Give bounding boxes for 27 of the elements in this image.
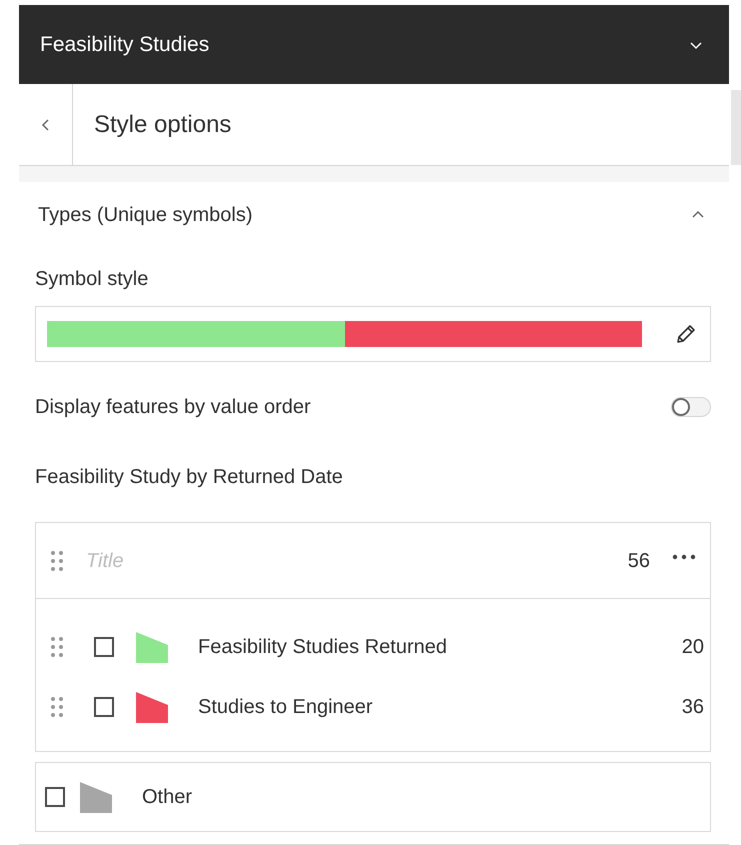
symbol-style-selector[interactable] <box>35 306 711 362</box>
item-count: 36 <box>682 695 704 720</box>
header-title: Feasibility Studies <box>40 32 210 58</box>
more-options-icon[interactable] <box>672 554 696 560</box>
drag-handle-icon[interactable] <box>50 696 64 718</box>
item-label: Feasibility Studies Returned <box>198 635 448 660</box>
checkbox[interactable] <box>94 697 114 717</box>
field-label: Symbol style <box>35 267 150 292</box>
item-label: Other <box>142 785 192 810</box>
drag-handle-icon[interactable] <box>50 550 64 572</box>
legend-item[interactable]: Feasibility Studies Returned 20 <box>36 617 710 677</box>
legend-item[interactable]: Other <box>35 762 711 832</box>
toggle-label: Display features by value order <box>35 395 311 420</box>
section-title: Types (Unique symbols) <box>38 203 253 228</box>
drag-handle-icon[interactable] <box>50 636 64 658</box>
section-header[interactable]: Types (Unique symbols) <box>19 182 729 240</box>
checkbox[interactable] <box>45 787 65 807</box>
item-count: 20 <box>682 635 704 660</box>
scrollbar[interactable] <box>731 90 741 165</box>
panel-title: Style options <box>94 110 232 140</box>
legend-item[interactable]: Studies to Engineer 36 <box>36 677 710 737</box>
toggle-switch[interactable] <box>671 397 711 417</box>
field-label: Feasibility Study by Returned Date <box>35 465 344 490</box>
checkbox[interactable] <box>94 637 114 657</box>
total-count: 56 <box>628 548 650 574</box>
item-label: Studies to Engineer <box>198 695 374 720</box>
title-input[interactable]: Title <box>86 546 606 576</box>
